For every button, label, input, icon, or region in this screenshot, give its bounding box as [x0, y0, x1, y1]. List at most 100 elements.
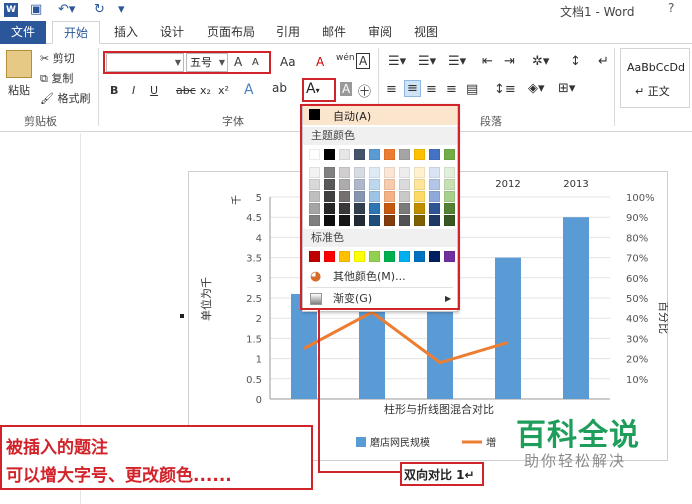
highlight-box-font-color [302, 78, 336, 102]
cut-button[interactable]: ✂ 剪切 [40, 50, 75, 66]
document-title: 文档1 - Word [560, 5, 635, 19]
ribbon-tabs: 文件 开始 插入 设计 页面布局 引用 邮件 审阅 视图 [0, 20, 692, 44]
annotation-line-1: 被插入的题注 [6, 438, 108, 458]
tab-references[interactable]: 引用 [270, 21, 306, 44]
text-effects-icon[interactable]: A [244, 82, 254, 98]
y-tick-label: 2 [256, 314, 262, 325]
character-border-button[interactable]: A [356, 53, 371, 69]
watermark-subtitle: 助你轻松解决 [524, 452, 627, 470]
y2-axis-title: 百分比 [657, 301, 668, 334]
y-tick-label: 4.5 [246, 213, 262, 224]
shrink-font-button[interactable]: A [252, 57, 259, 68]
underline-button[interactable]: U [150, 84, 158, 97]
y-axis-title: 单位为千 [199, 277, 213, 321]
align-center-icon[interactable]: ≡ [404, 80, 421, 97]
grow-font-button[interactable]: A [234, 55, 242, 69]
copy-icon: ⧉ [40, 72, 48, 85]
borders-icon[interactable]: ⊞▾ [558, 81, 575, 96]
show-marks-icon[interactable]: ↵ [598, 54, 609, 69]
y-tick-label: 0 [256, 395, 262, 406]
y2-tick-label: 100% [626, 193, 655, 204]
style-sample: AaBbCcDd [627, 61, 685, 74]
y-tick-label: 1 [256, 355, 262, 366]
chart-resize-handle[interactable] [180, 314, 184, 318]
category-label: 2013 [563, 179, 588, 190]
y-tick-label: 3.5 [246, 254, 262, 265]
bold-button[interactable]: B [110, 84, 118, 97]
y-tick-label: 2.5 [246, 294, 262, 305]
style-gallery[interactable]: AaBbCcDd ↵ 正文 [620, 48, 690, 108]
shading-icon[interactable]: ◈▾ [528, 81, 545, 96]
category-label: 2012 [495, 179, 520, 190]
y2-tick-label: 80% [626, 233, 648, 244]
enclose-characters-icon[interactable]: ㊉ [358, 81, 371, 100]
group-divider [614, 48, 615, 126]
y-axis-unit: 千 [231, 195, 243, 205]
subscript-button[interactable]: x₂ [200, 84, 211, 97]
clipboard-group-label: 剪贴板 [24, 115, 57, 128]
clear-format-button[interactable]: A [316, 55, 324, 69]
chart-title: 柱形与折线图混合对比 [384, 402, 494, 416]
y-tick-label: 4 [256, 233, 262, 244]
justify-icon[interactable]: ≡ [446, 82, 457, 97]
annotation-line-2: 可以增大字号、更改颜色...... [6, 466, 232, 486]
highlight-box-dropdown [300, 104, 460, 310]
title-bar: W ▣ ↶▾ ↻ ▾ 文档1 - Word ? [0, 0, 692, 20]
copy-button[interactable]: ⧉ 复制 [40, 70, 73, 86]
multilevel-list-icon[interactable]: ☰▾ [448, 54, 466, 69]
character-shading-button[interactable]: A [340, 82, 353, 96]
paste-button[interactable]: 粘贴 [8, 82, 30, 98]
tab-view[interactable]: 视图 [408, 21, 444, 44]
highlight-color-icon[interactable]: ab [272, 81, 287, 95]
legend-swatch-bars [356, 437, 366, 447]
strikethrough-button[interactable]: abc [176, 84, 196, 97]
sort-icon[interactable]: ↕ [570, 54, 581, 69]
tab-page-layout[interactable]: 页面布局 [200, 21, 262, 44]
tab-mailings[interactable]: 邮件 [316, 21, 352, 44]
scissors-icon: ✂ [40, 52, 50, 65]
save-icon[interactable]: ▣ [30, 2, 42, 17]
tab-design[interactable]: 设计 [152, 21, 192, 44]
chinese-layout-icon[interactable]: ✲▾ [532, 54, 549, 69]
align-right-icon[interactable]: ≡ [426, 82, 437, 97]
distributed-icon[interactable]: ▤ [466, 82, 478, 97]
increase-indent-icon[interactable]: ⇥ [504, 54, 515, 69]
connector-line [318, 310, 320, 472]
phonetic-guide-button[interactable]: wén [336, 53, 355, 63]
legend-label-bars: 磨店网民规模 [370, 436, 430, 449]
y-tick-label: 1.5 [246, 334, 262, 345]
brush-icon: 🖌 [40, 92, 54, 105]
help-button[interactable]: ? [668, 1, 674, 15]
align-left-icon[interactable]: ≡ [386, 82, 397, 97]
chart-caption[interactable]: 双向对比 1↵ [404, 466, 475, 483]
numbering-icon[interactable]: ☰▾ [418, 54, 436, 69]
legend-label-line: 増 [486, 436, 496, 449]
y2-tick-label: 30% [626, 334, 648, 345]
tab-home[interactable]: 开始 [52, 21, 100, 44]
tab-file[interactable]: 文件 [0, 21, 46, 44]
italic-button[interactable]: I [132, 84, 135, 97]
superscript-button[interactable]: x² [218, 84, 229, 97]
decrease-indent-icon[interactable]: ⇤ [482, 54, 493, 69]
style-normal[interactable]: ↵ 正文 [635, 83, 670, 99]
line-spacing-icon[interactable]: ↕≡ [494, 82, 516, 97]
annotation-box: 被插入的题注 可以增大字号、更改颜色...... [0, 425, 313, 490]
paste-icon[interactable] [6, 50, 32, 78]
y-tick-label: 3 [256, 274, 262, 285]
change-case-button[interactable]: Aa [280, 55, 296, 69]
y2-tick-label: 50% [626, 294, 648, 305]
customize-quick-access-icon[interactable]: ▾ [118, 2, 125, 17]
word-logo-icon: W [4, 3, 18, 17]
tab-insert[interactable]: 插入 [108, 21, 144, 44]
group-divider [98, 48, 99, 126]
bullets-icon[interactable]: ☰▾ [388, 54, 406, 69]
y-tick-label: 0.5 [246, 375, 262, 386]
tab-review[interactable]: 审阅 [362, 21, 398, 44]
undo-icon[interactable]: ↶▾ [58, 2, 75, 17]
format-painter-button[interactable]: 🖌 格式刷 [40, 90, 90, 106]
y2-tick-label: 60% [626, 274, 648, 285]
redo-icon[interactable]: ↻ [94, 2, 105, 17]
bar [563, 217, 589, 399]
y2-tick-label: 20% [626, 355, 648, 366]
y2-tick-label: 40% [626, 314, 648, 325]
